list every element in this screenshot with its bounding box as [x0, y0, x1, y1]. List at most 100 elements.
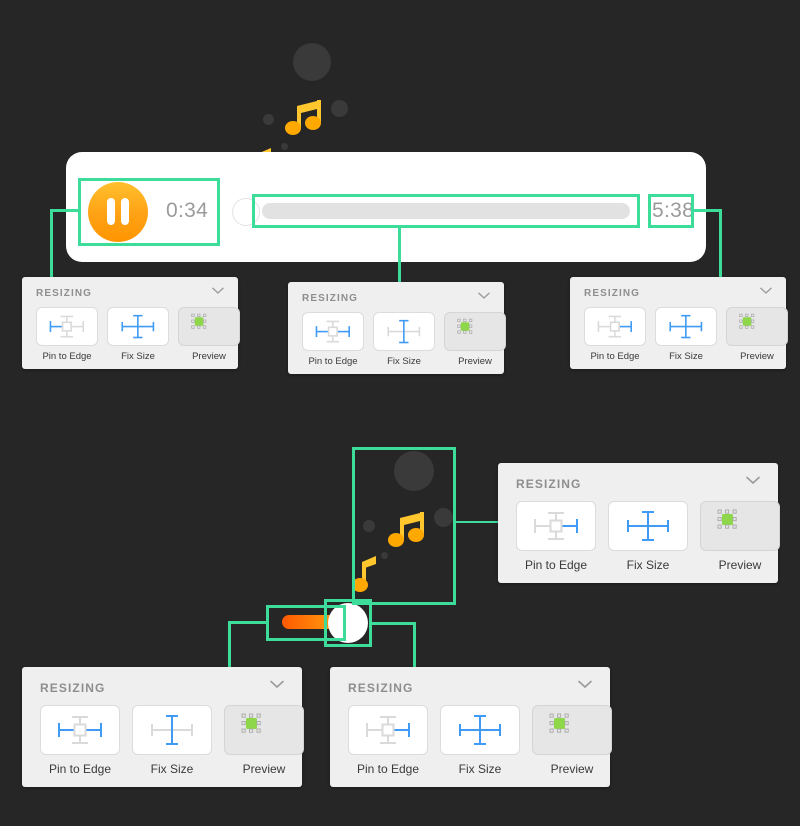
pin-to-edge-icon[interactable]	[40, 705, 120, 755]
tile-label: Preview	[192, 351, 226, 362]
tile-fix-size[interactable]: Fix Size	[132, 705, 212, 776]
tile-label: Pin to Edge	[356, 762, 420, 776]
chevron-down-icon[interactable]	[746, 476, 760, 485]
tile-preview[interactable]: Preview	[726, 307, 788, 362]
pin-to-edge-icon[interactable]	[516, 501, 596, 551]
panel-title: RESIZING	[516, 477, 582, 491]
tile-label: Preview	[550, 762, 594, 776]
tile-pin-to-edge[interactable]: Pin to Edge	[40, 705, 120, 776]
pin-to-edge-icon[interactable]	[584, 307, 646, 346]
connector-line	[454, 521, 500, 523]
music-note-icon	[352, 556, 376, 592]
tile-fix-size[interactable]: Fix Size	[373, 312, 435, 367]
canvas: 0:34 5:38 RESIZING Pin to Edge Fix Size …	[0, 0, 800, 826]
connector-line	[50, 209, 53, 279]
tile-pin-to-edge[interactable]: Pin to Edge	[36, 307, 98, 362]
decor-bubble	[394, 451, 434, 491]
resizing-tiles: Pin to Edge Fix Size Preview	[302, 312, 506, 367]
chevron-down-icon[interactable]	[578, 680, 592, 689]
tile-pin-to-edge[interactable]: Pin to Edge	[302, 312, 364, 367]
pin-to-edge-icon[interactable]	[302, 312, 364, 351]
connector-line	[50, 209, 80, 212]
connector-line	[398, 226, 401, 284]
resizing-tiles: Pin to Edge Fix Size Preview	[348, 705, 612, 776]
tile-label: Fix Size	[669, 351, 703, 362]
decor-bubble	[381, 552, 388, 559]
fix-size-icon[interactable]	[608, 501, 688, 551]
panel-title: RESIZING	[302, 293, 359, 304]
panel-title: RESIZING	[584, 288, 641, 299]
resizing-tiles: Pin to Edge Fix Size Preview	[36, 307, 240, 362]
resizing-tiles: Pin to Edge Fix Size Preview	[584, 307, 788, 362]
connector-line	[228, 621, 231, 671]
preview-icon[interactable]	[444, 312, 506, 351]
connector-line	[719, 209, 722, 279]
resizing-tiles: Pin to Edge Fix Size Preview	[516, 501, 780, 572]
panel-title: RESIZING	[348, 681, 414, 695]
tile-label: Pin to Edge	[42, 351, 92, 362]
decor-bubble	[293, 43, 331, 81]
tile-preview[interactable]: Preview	[700, 501, 780, 572]
pin-to-edge-icon[interactable]	[36, 307, 98, 346]
tile-fix-size[interactable]: Fix Size	[440, 705, 520, 776]
fix-size-icon[interactable]	[373, 312, 435, 351]
tile-label: Preview	[718, 558, 762, 572]
tile-pin-to-edge[interactable]: Pin to Edge	[516, 501, 596, 572]
chevron-down-icon[interactable]	[270, 680, 284, 689]
fix-size-icon[interactable]	[132, 705, 212, 755]
tile-label: Pin to Edge	[590, 351, 640, 362]
connector-line	[228, 621, 268, 624]
tile-fix-size[interactable]: Fix Size	[608, 501, 688, 572]
tile-label: Fix Size	[150, 762, 194, 776]
decor-bubble	[263, 114, 274, 125]
panel-title: RESIZING	[36, 288, 93, 299]
tile-preview[interactable]: Preview	[532, 705, 612, 776]
tile-label: Fix Size	[626, 558, 670, 572]
slider-knob[interactable]	[232, 198, 260, 226]
tile-pin-to-edge[interactable]: Pin to Edge	[584, 307, 646, 362]
preview-icon[interactable]	[178, 307, 240, 346]
chevron-down-icon[interactable]	[760, 287, 772, 295]
preview-icon[interactable]	[532, 705, 612, 755]
panel-bottom-knob: RESIZING Pin to Edge Fix Size Preview	[330, 667, 612, 787]
fix-size-icon[interactable]	[107, 307, 169, 346]
pin-to-edge-icon[interactable]	[348, 705, 428, 755]
current-time-label: 0:34	[166, 199, 209, 222]
tile-label: Preview	[458, 356, 492, 367]
tile-preview[interactable]: Preview	[178, 307, 240, 362]
tile-fix-size[interactable]: Fix Size	[655, 307, 717, 362]
decor-bubble	[331, 100, 348, 117]
progress-track[interactable]	[262, 203, 630, 219]
decor-bubble	[363, 520, 375, 532]
decor-bubble	[281, 143, 288, 150]
pause-button[interactable]	[88, 182, 148, 242]
panel-total-time: RESIZING Pin to Edge Fix Size Preview	[570, 277, 788, 369]
preview-icon[interactable]	[726, 307, 788, 346]
tile-preview[interactable]: Preview	[224, 705, 304, 776]
resizing-tiles: Pin to Edge Fix Size Preview	[40, 705, 304, 776]
tile-preview[interactable]: Preview	[444, 312, 506, 367]
panel-pause-button: RESIZING Pin to Edge Fix Size Preview	[22, 277, 240, 369]
preview-icon[interactable]	[224, 705, 304, 755]
fix-size-icon[interactable]	[655, 307, 717, 346]
panel-bottom-track: RESIZING Pin to Edge Fix Size Preview	[22, 667, 304, 787]
tile-pin-to-edge[interactable]: Pin to Edge	[348, 705, 428, 776]
tile-label: Pin to Edge	[48, 762, 112, 776]
tile-label: Fix Size	[387, 356, 421, 367]
tile-label: Fix Size	[458, 762, 502, 776]
tile-label: Pin to Edge	[308, 356, 358, 367]
pause-icon-bar-left	[107, 198, 115, 225]
preview-icon[interactable]	[700, 501, 780, 551]
decor-bubble	[434, 508, 453, 527]
pause-icon-bar-right	[121, 198, 129, 225]
panel-artwork: RESIZING Pin to Edge Fix Size Preview	[498, 463, 780, 583]
tile-label: Pin to Edge	[524, 558, 588, 572]
bottom-slider-knob[interactable]	[328, 603, 368, 643]
music-note-icon	[285, 100, 321, 135]
panel-progress-track: RESIZING Pin to Edge Fix Size Preview	[288, 282, 506, 374]
tile-label: Preview	[242, 762, 286, 776]
chevron-down-icon[interactable]	[478, 292, 490, 300]
tile-fix-size[interactable]: Fix Size	[107, 307, 169, 362]
fix-size-icon[interactable]	[440, 705, 520, 755]
chevron-down-icon[interactable]	[212, 287, 224, 295]
